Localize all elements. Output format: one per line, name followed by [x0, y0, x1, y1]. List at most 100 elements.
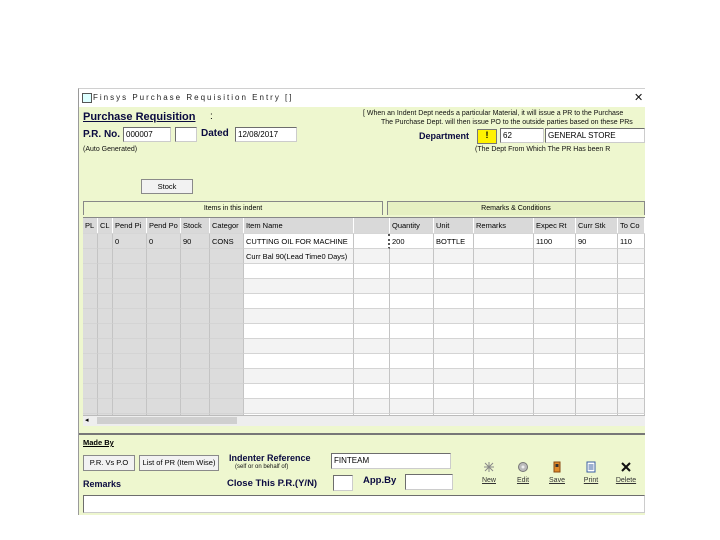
table-cell[interactable]: [210, 249, 244, 264]
table-cell[interactable]: [576, 279, 618, 294]
table-row[interactable]: [83, 339, 645, 354]
table-cell[interactable]: [434, 354, 474, 369]
table-cell[interactable]: [390, 294, 434, 309]
table-cell[interactable]: [576, 369, 618, 384]
table-cell[interactable]: [181, 384, 210, 399]
table-cell[interactable]: [354, 249, 390, 264]
table-cell[interactable]: [618, 369, 645, 384]
table-cell[interactable]: [434, 309, 474, 324]
table-cell[interactable]: [618, 399, 645, 414]
delete-button[interactable]: Delete: [611, 461, 641, 484]
table-cell[interactable]: [474, 234, 534, 249]
column-header[interactable]: Pend Pi: [113, 218, 147, 233]
table-cell[interactable]: [434, 264, 474, 279]
table-cell[interactable]: [244, 339, 354, 354]
table-cell[interactable]: Curr Bal 90(Lead Time0 Days): [244, 249, 354, 264]
table-cell[interactable]: [181, 354, 210, 369]
table-cell[interactable]: [244, 354, 354, 369]
horizontal-scrollbar[interactable]: ◂: [83, 415, 645, 426]
table-row[interactable]: Curr Bal 90(Lead Time0 Days): [83, 249, 645, 264]
table-cell[interactable]: [474, 384, 534, 399]
table-cell[interactable]: [244, 369, 354, 384]
table-cell[interactable]: [98, 234, 113, 249]
table-row[interactable]: [83, 384, 645, 399]
table-cell[interactable]: [390, 309, 434, 324]
table-cell[interactable]: [244, 384, 354, 399]
column-header[interactable]: [354, 218, 390, 233]
table-cell[interactable]: [83, 234, 98, 249]
column-header[interactable]: Remarks: [474, 218, 534, 233]
table-cell[interactable]: [98, 309, 113, 324]
scroll-left-icon[interactable]: ◂: [85, 416, 89, 424]
table-cell[interactable]: [390, 354, 434, 369]
table-cell[interactable]: [98, 294, 113, 309]
table-row[interactable]: [83, 279, 645, 294]
table-row[interactable]: [83, 309, 645, 324]
table-cell[interactable]: [244, 399, 354, 414]
table-cell[interactable]: [390, 249, 434, 264]
table-cell[interactable]: [474, 369, 534, 384]
table-cell[interactable]: [181, 309, 210, 324]
indenter-field[interactable]: FINTEAM: [331, 453, 451, 469]
department-lookup-button[interactable]: !: [477, 129, 497, 144]
table-cell[interactable]: [113, 369, 147, 384]
table-cell[interactable]: [83, 249, 98, 264]
table-cell[interactable]: [474, 339, 534, 354]
table-cell[interactable]: [244, 279, 354, 294]
table-cell[interactable]: [83, 399, 98, 414]
table-cell[interactable]: [354, 354, 390, 369]
table-cell[interactable]: [474, 399, 534, 414]
table-cell[interactable]: [354, 369, 390, 384]
table-cell[interactable]: [113, 249, 147, 264]
table-cell[interactable]: [98, 324, 113, 339]
table-cell[interactable]: [83, 279, 98, 294]
table-cell[interactable]: [83, 264, 98, 279]
table-cell[interactable]: [98, 249, 113, 264]
dated-field[interactable]: 12/08/2017: [235, 127, 297, 142]
table-cell[interactable]: 0: [147, 234, 181, 249]
table-cell[interactable]: [618, 264, 645, 279]
table-cell[interactable]: [210, 324, 244, 339]
table-cell[interactable]: [147, 399, 181, 414]
table-cell[interactable]: [354, 384, 390, 399]
new-button[interactable]: New: [475, 461, 503, 484]
table-cell[interactable]: [244, 309, 354, 324]
table-cell[interactable]: [434, 369, 474, 384]
table-cell[interactable]: [181, 294, 210, 309]
table-cell[interactable]: [390, 339, 434, 354]
table-cell[interactable]: [113, 279, 147, 294]
table-row[interactable]: [83, 369, 645, 384]
table-cell[interactable]: [83, 309, 98, 324]
table-cell[interactable]: 90: [576, 234, 618, 249]
table-cell[interactable]: [210, 354, 244, 369]
column-header[interactable]: Expec Rt: [534, 218, 576, 233]
table-cell[interactable]: [210, 264, 244, 279]
department-name-field[interactable]: GENERAL STORE: [545, 128, 645, 143]
table-cell[interactable]: [534, 279, 576, 294]
tab-items[interactable]: Items in this indent: [83, 201, 383, 215]
table-cell[interactable]: [83, 369, 98, 384]
items-grid[interactable]: PL CL Pend Pi Pend Po Stock Categor Item Name Q…: [83, 217, 645, 426]
table-cell[interactable]: [354, 309, 390, 324]
table-cell[interactable]: [210, 339, 244, 354]
table-cell[interactable]: [618, 324, 645, 339]
app-by-field[interactable]: [405, 474, 453, 490]
table-cell[interactable]: [147, 309, 181, 324]
table-cell[interactable]: [354, 339, 390, 354]
table-cell[interactable]: CUTTING OIL FOR MACHINE: [244, 234, 354, 249]
table-cell[interactable]: [434, 324, 474, 339]
column-header[interactable]: Stock: [181, 218, 210, 233]
table-cell[interactable]: [618, 294, 645, 309]
column-header[interactable]: Unit: [434, 218, 474, 233]
table-cell[interactable]: [434, 399, 474, 414]
table-row[interactable]: [83, 294, 645, 309]
table-cell[interactable]: [390, 279, 434, 294]
remarks-field[interactable]: [83, 495, 645, 513]
table-cell[interactable]: [98, 369, 113, 384]
table-cell[interactable]: 200: [390, 234, 434, 249]
table-cell[interactable]: [113, 309, 147, 324]
pr-no-extra-field[interactable]: [175, 127, 197, 142]
table-cell[interactable]: [576, 309, 618, 324]
table-cell[interactable]: [576, 384, 618, 399]
table-cell[interactable]: [98, 279, 113, 294]
